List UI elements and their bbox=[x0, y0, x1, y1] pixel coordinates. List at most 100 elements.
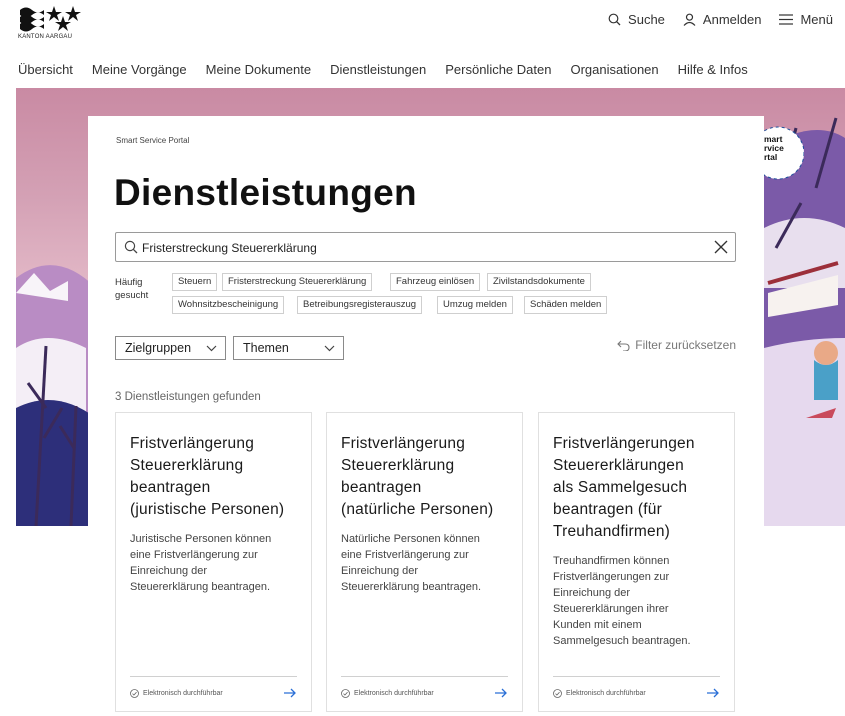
clear-icon[interactable] bbox=[714, 240, 728, 254]
results-count: 3 Dienstleistungen gefunden bbox=[115, 391, 261, 403]
frequently-searched-label: Häufig gesucht bbox=[115, 276, 165, 302]
title-line: Treuhandfirmen) bbox=[553, 523, 671, 540]
undo-icon bbox=[617, 340, 630, 351]
arrow-right-icon[interactable] bbox=[284, 688, 297, 698]
desc-line: Steuererklärung beantragen. bbox=[341, 581, 482, 593]
title-line: beantragen (für bbox=[553, 501, 662, 518]
search-input[interactable] bbox=[142, 239, 702, 257]
chip-wohnsitzbescheinigung[interactable]: Wohnsitzbescheinigung bbox=[172, 296, 285, 314]
logo-text: KANTON AARGAU bbox=[18, 34, 73, 40]
page-title: Dienstleistungen bbox=[114, 172, 417, 213]
main-navigation: Übersicht Meine Vorgänge Meine Dokumente… bbox=[0, 62, 845, 84]
arrow-right-icon[interactable] bbox=[707, 688, 720, 698]
title-line: Steuererklärung bbox=[130, 457, 244, 474]
chip-fristerstreckung[interactable]: Fristerstreckung Steuererklärung bbox=[222, 273, 373, 291]
check-circle-icon bbox=[130, 688, 139, 698]
title-line: beantragen bbox=[130, 479, 211, 496]
title-line: (juristische Personen) bbox=[130, 501, 285, 518]
electronic-status: Elektronisch durchführbar bbox=[341, 688, 434, 698]
chip-fahrzeug-einloesen[interactable]: Fahrzeug einlösen bbox=[390, 273, 481, 291]
electronic-status-label: Elektronisch durchführbar bbox=[566, 689, 646, 697]
menu-button[interactable]: Menü bbox=[779, 12, 833, 27]
reset-filter-label: Filter zurücksetzen bbox=[635, 338, 736, 352]
topics-label: Themen bbox=[243, 341, 289, 355]
chevron-down-icon bbox=[206, 345, 217, 352]
chip-zivilstandsdokumente[interactable]: Zivilstandsdokumente bbox=[487, 273, 591, 291]
nav-item-meine-dokumente[interactable]: Meine Dokumente bbox=[206, 62, 312, 77]
result-card-title: Fristverlängerungen Steuererklärungen al… bbox=[553, 433, 725, 543]
menu-button-label: Menü bbox=[800, 12, 833, 27]
login-link-label: Anmelden bbox=[702, 12, 762, 27]
badge-line-3: rtal bbox=[764, 152, 778, 162]
desc-line: Sammelgesuch beantragen. bbox=[553, 635, 691, 647]
desc-line: Treuhandfirmen können bbox=[553, 555, 670, 567]
electronic-status: Elektronisch durchführbar bbox=[553, 688, 646, 698]
target-groups-label: Zielgruppen bbox=[125, 341, 192, 355]
title-line: Steuererklärung bbox=[341, 457, 455, 474]
result-card-footer: Elektronisch durchführbar bbox=[341, 676, 508, 698]
chevron-down-icon bbox=[324, 345, 335, 352]
desc-line: Steuererklärung beantragen. bbox=[130, 581, 271, 593]
electronic-status-label: Elektronisch durchführbar bbox=[354, 689, 434, 697]
nav-item-dienstleistungen[interactable]: Dienstleistungen bbox=[330, 62, 426, 77]
desc-line: Kunden mit einem bbox=[553, 619, 642, 631]
result-card-description: Juristische Personen können eine Fristve… bbox=[130, 531, 302, 595]
result-card-title: Fristverlängerung Steuererklärung beantr… bbox=[130, 433, 302, 521]
title-line: als Sammelgesuch bbox=[553, 479, 688, 496]
desc-line: Steuererklärungen ihrer bbox=[553, 603, 669, 615]
result-card[interactable]: Fristverlängerung Steuererklärung beantr… bbox=[326, 412, 523, 712]
result-card-title: Fristverlängerung Steuererklärung beantr… bbox=[341, 433, 513, 521]
logo-mark bbox=[20, 6, 81, 32]
search-link-label: Suche bbox=[628, 12, 665, 27]
result-card[interactable]: Fristverlängerungen Steuererklärungen al… bbox=[538, 412, 735, 712]
services-card: Smart Service Portal Dienstleistungen Hä… bbox=[88, 116, 764, 716]
nav-item-persoenliche-daten[interactable]: Persönliche Daten bbox=[445, 62, 551, 77]
breadcrumb[interactable]: Smart Service Portal bbox=[116, 136, 189, 145]
freq-label-line-2: gesucht bbox=[115, 290, 149, 301]
title-line: Fristverlängerung bbox=[341, 435, 466, 452]
result-card-footer: Elektronisch durchführbar bbox=[553, 676, 720, 698]
desc-line: Juristische Personen können bbox=[130, 533, 272, 545]
nav-item-meine-vorgaenge[interactable]: Meine Vorgänge bbox=[92, 62, 187, 77]
topics-select[interactable]: Themen bbox=[233, 336, 344, 360]
result-card-description: Natürliche Personen können eine Fristver… bbox=[341, 531, 513, 595]
search-field[interactable] bbox=[115, 232, 736, 262]
title-line: Steuererklärungen bbox=[553, 457, 684, 474]
title-line: (natürliche Personen) bbox=[341, 501, 494, 518]
user-icon bbox=[683, 13, 696, 26]
result-card-footer: Elektronisch durchführbar bbox=[130, 676, 297, 698]
nav-item-hilfe-infos[interactable]: Hilfe & Infos bbox=[678, 62, 748, 77]
check-circle-icon bbox=[553, 688, 562, 698]
chip-betreibungsregisterauszug[interactable]: Betreibungsregisterauszug bbox=[297, 296, 423, 314]
freq-label-line-1: Häufig bbox=[115, 277, 143, 288]
result-card[interactable]: Fristverlängerung Steuererklärung beantr… bbox=[115, 412, 312, 712]
chip-umzug-melden[interactable]: Umzug melden bbox=[437, 296, 513, 314]
chip-steuern[interactable]: Steuern bbox=[172, 273, 218, 291]
electronic-status-label: Elektronisch durchführbar bbox=[143, 689, 223, 697]
hamburger-icon bbox=[779, 14, 794, 25]
desc-line: eine Fristverlängerung zur bbox=[130, 549, 258, 561]
top-actions: Suche Anmelden Menü bbox=[608, 12, 833, 27]
nav-item-organisationen[interactable]: Organisationen bbox=[570, 62, 658, 77]
desc-line: Natürliche Personen können bbox=[341, 533, 480, 545]
nav-item-uebersicht[interactable]: Übersicht bbox=[18, 62, 73, 77]
target-groups-select[interactable]: Zielgruppen bbox=[115, 336, 226, 360]
desc-line: Einreichung der bbox=[553, 587, 631, 599]
reset-filter-button[interactable]: Filter zurücksetzen bbox=[617, 338, 736, 352]
desc-line: eine Fristverlängerung zur bbox=[341, 549, 469, 561]
title-line: Fristverlängerungen bbox=[553, 435, 695, 452]
search-icon bbox=[124, 240, 138, 254]
electronic-status: Elektronisch durchführbar bbox=[130, 688, 223, 698]
top-bar: KANTON AARGAU Suche Anmelden Menü bbox=[0, 0, 845, 50]
arrow-right-icon[interactable] bbox=[495, 688, 508, 698]
result-card-description: Treuhandfirmen können Fristverlängerunge… bbox=[553, 553, 725, 649]
title-line: Fristverlängerung bbox=[130, 435, 255, 452]
chip-schaeden-melden[interactable]: Schäden melden bbox=[524, 296, 608, 314]
search-link[interactable]: Suche bbox=[608, 12, 665, 27]
title-line: beantragen bbox=[341, 479, 422, 496]
desc-line: Einreichung der bbox=[130, 565, 208, 577]
desc-line: Einreichung der bbox=[341, 565, 419, 577]
check-circle-icon bbox=[341, 688, 350, 698]
login-link[interactable]: Anmelden bbox=[683, 12, 762, 27]
kanton-aargau-logo[interactable]: KANTON AARGAU bbox=[18, 4, 98, 44]
